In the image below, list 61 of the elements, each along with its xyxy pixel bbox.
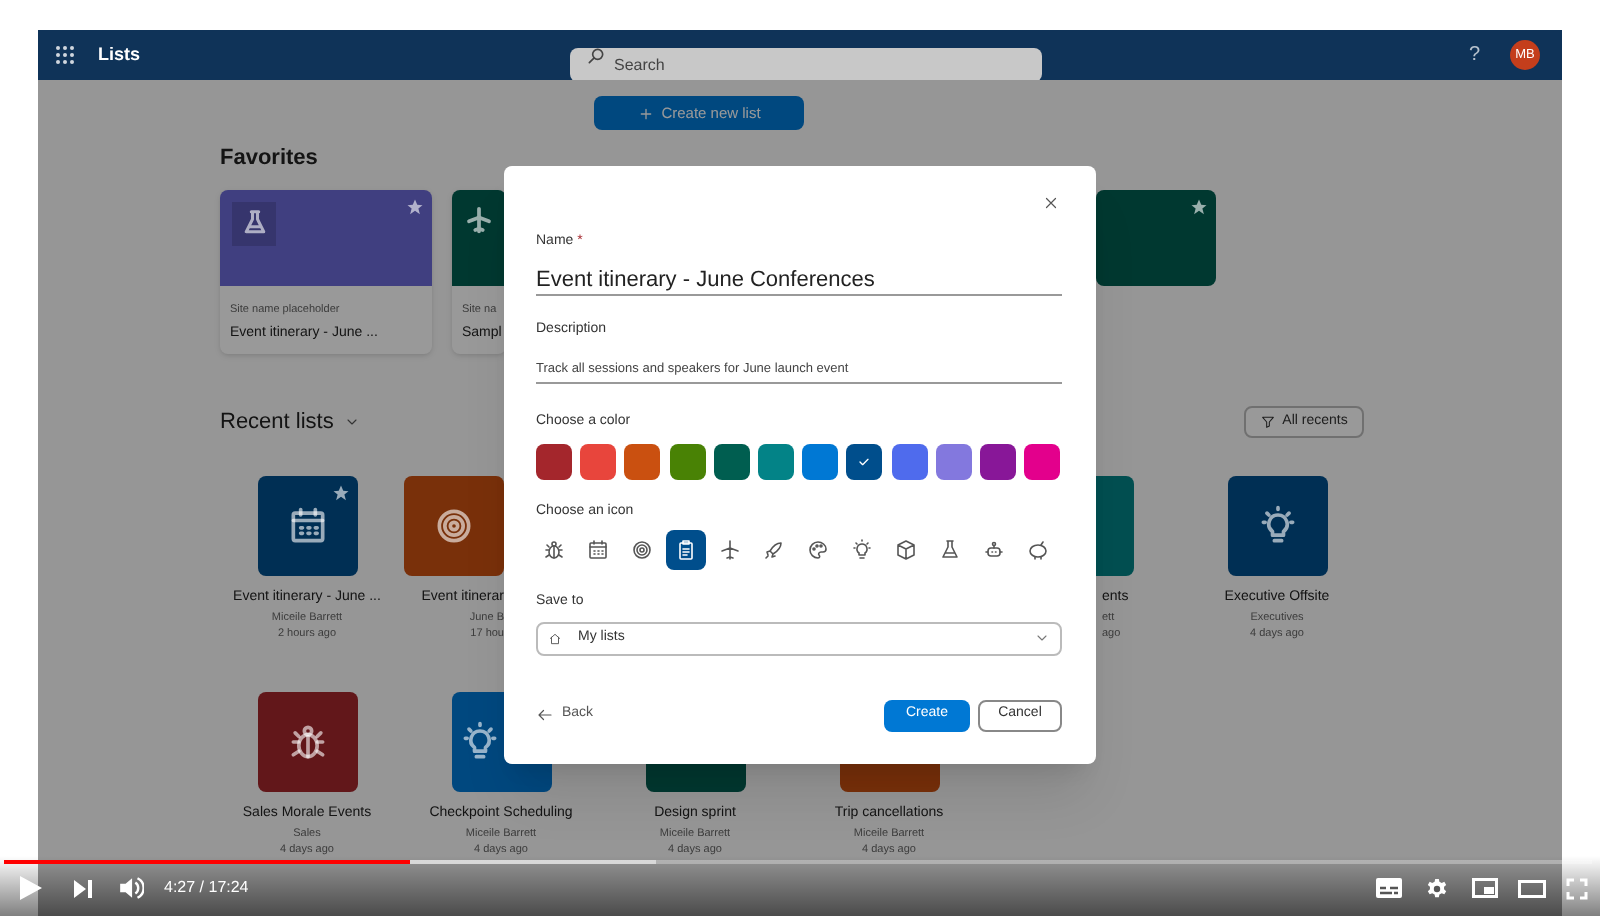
home-icon: [548, 631, 562, 645]
color-swatch[interactable]: [891, 443, 927, 479]
filter-icon: [1260, 413, 1277, 430]
color-swatch[interactable]: [757, 443, 794, 479]
time-display: 4:27 / 17:24: [164, 876, 249, 900]
color-swatch[interactable]: [979, 443, 1016, 479]
section-heading: Recent lists: [220, 407, 334, 437]
color-swatch[interactable]: [802, 443, 839, 479]
volume-icon[interactable]: [118, 876, 144, 900]
close-icon: [1042, 194, 1060, 212]
color-swatch[interactable]: [580, 443, 617, 479]
clipboard-icon: [674, 538, 698, 562]
settings-icon[interactable]: [1426, 877, 1448, 899]
list-tile[interactable]: [257, 692, 357, 792]
list-tile[interactable]: [1227, 476, 1327, 576]
color-swatch[interactable]: [935, 443, 972, 479]
subtitles-icon[interactable]: [1376, 878, 1402, 898]
next-icon[interactable]: [74, 879, 92, 897]
star-icon[interactable]: [1190, 197, 1208, 215]
piggy-bank-icon: [1026, 538, 1050, 562]
play-icon[interactable]: [20, 876, 42, 900]
section-heading: Favorites: [220, 144, 320, 174]
arrow-left-icon: [536, 706, 554, 724]
help-button[interactable]: ?: [1468, 40, 1480, 70]
star-icon[interactable]: [406, 197, 424, 215]
target-icon: [432, 504, 476, 548]
chevron-down-icon: [1034, 630, 1050, 646]
bug-icon: [542, 538, 566, 562]
color-swatch[interactable]: [624, 443, 661, 479]
calendar-icon: [285, 504, 329, 548]
app-title: Lists: [98, 41, 141, 68]
airplane-icon: [464, 201, 494, 237]
list-tile[interactable]: [404, 476, 504, 576]
calendar-icon: [586, 538, 610, 562]
color-swatch[interactable]: [846, 443, 883, 479]
name-field[interactable]: Event itinerary - June Conferences: [536, 264, 1062, 297]
airplane-icon: [718, 538, 742, 562]
flask-icon: [239, 208, 269, 238]
plus-icon: [637, 105, 654, 121]
color-swatch[interactable]: [713, 443, 750, 479]
flask-icon: [938, 538, 962, 562]
star-icon[interactable]: [331, 484, 349, 502]
search-field[interactable]: Search: [570, 48, 1043, 82]
robot-icon: [982, 538, 1006, 562]
icon-option[interactable]: [666, 530, 706, 570]
list-tile[interactable]: [257, 476, 357, 576]
color-swatch[interactable]: [536, 443, 572, 479]
lightbulb-icon: [850, 538, 874, 562]
check-icon: [856, 453, 873, 469]
favorite-card[interactable]: [1096, 189, 1216, 285]
theater-mode-icon[interactable]: [1518, 879, 1546, 897]
color-swatch[interactable]: [669, 443, 706, 479]
rocket-icon: [762, 538, 786, 562]
color-swatch[interactable]: [1024, 443, 1061, 479]
miniplayer-icon[interactable]: [1472, 878, 1498, 898]
target-icon: [630, 538, 654, 562]
bug-icon: [285, 720, 329, 764]
app-launcher-icon[interactable]: [56, 46, 74, 64]
cube-icon: [894, 538, 918, 562]
search-icon: [586, 46, 607, 66]
palette-icon: [806, 538, 830, 562]
